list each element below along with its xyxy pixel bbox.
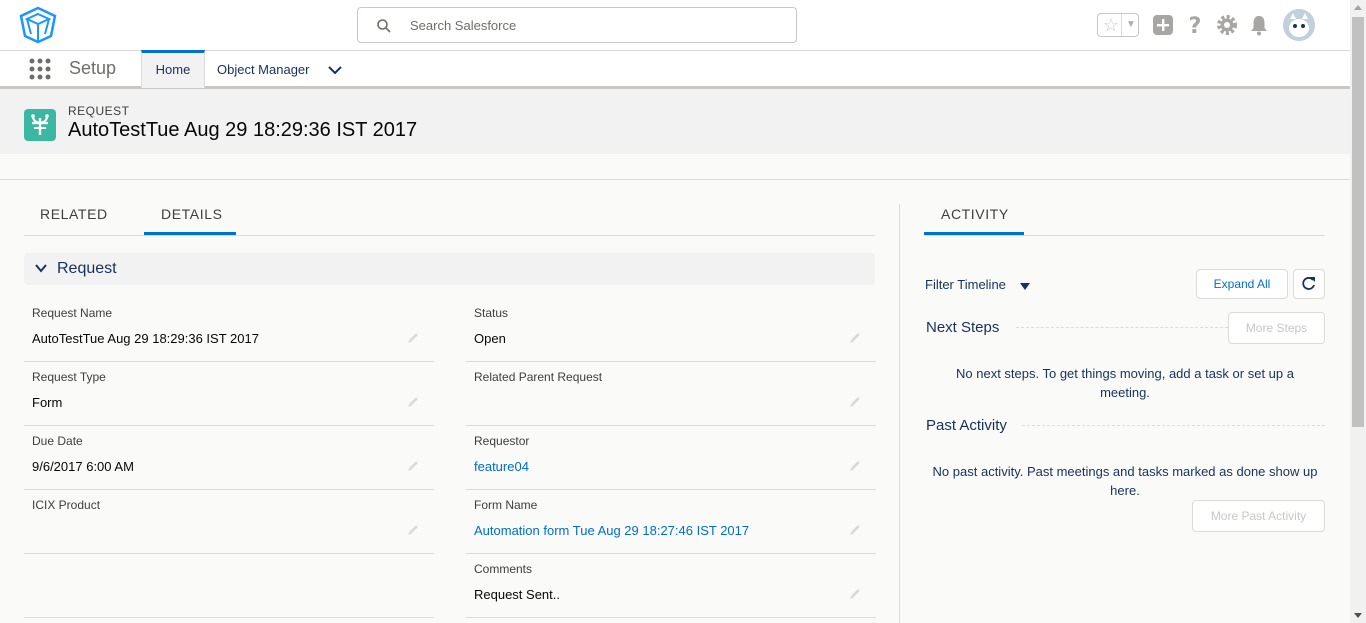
field-due-date: Due Date 9/6/2017 6:00 AM: [24, 426, 434, 490]
search-icon: [377, 19, 391, 33]
section-request-header[interactable]: Request: [24, 253, 875, 285]
field-label: ICIX Product: [32, 498, 101, 512]
field-label: Request Type: [32, 370, 106, 384]
activity-tabset: ACTIVITY: [924, 198, 1325, 236]
field-requestor: Requestor feature04: [466, 426, 876, 490]
request-record-icon: [24, 109, 56, 141]
field-empty: [24, 554, 434, 618]
edit-pencil-icon[interactable]: [406, 459, 420, 473]
edit-pencil-icon[interactable]: [406, 523, 420, 537]
help-icon[interactable]: ?: [1183, 13, 1207, 37]
field-label: Due Date: [32, 434, 83, 448]
scroll-down-arrow-icon[interactable]: [1350, 607, 1366, 623]
edit-pencil-icon[interactable]: [848, 523, 862, 537]
field-label: Request Name: [32, 306, 113, 320]
active-tab-indicator: [924, 232, 1024, 235]
field-status: Status Open: [466, 298, 876, 362]
context-nav: Setup Home Object Manager: [0, 50, 1350, 89]
filter-timeline-button[interactable]: Filter Timeline: [925, 277, 1006, 292]
field-request-type: Request Type Form: [24, 362, 434, 426]
active-tab-indicator: [144, 232, 236, 235]
scroll-thumb[interactable]: [1352, 17, 1364, 427]
favorites-button[interactable]: ☆ ▼: [1097, 13, 1139, 37]
record-object-type: REQUEST: [68, 104, 130, 118]
section-title: Request: [57, 260, 117, 277]
more-steps-button[interactable]: More Steps: [1228, 312, 1325, 344]
more-past-activity-button[interactable]: More Past Activity: [1192, 500, 1325, 532]
favorites-divider: [1121, 14, 1122, 36]
field-request-name: Request Name AutoTestTue Aug 29 18:29:36…: [24, 298, 434, 362]
edit-pencil-icon[interactable]: [848, 395, 862, 409]
search-placeholder: Search Salesforce: [410, 18, 517, 33]
app-name: Setup: [69, 58, 117, 78]
next-steps-divider: [1016, 327, 1228, 328]
requestor-link[interactable]: feature04: [474, 459, 529, 474]
header-divider: [0, 179, 1350, 180]
tab-home[interactable]: Home: [141, 50, 205, 88]
edit-pencil-icon[interactable]: [848, 331, 862, 345]
notifications-bell-icon[interactable]: [1247, 13, 1271, 37]
empty-message-line: here.: [1110, 483, 1140, 498]
field-value: Request Sent..: [474, 587, 560, 602]
refresh-icon[interactable]: [1294, 270, 1324, 298]
field-value: Form: [32, 395, 63, 410]
setup-gear-icon[interactable]: [1215, 13, 1239, 37]
field-label: Form Name: [474, 498, 538, 512]
next-steps-empty-message: No next steps. To get things moving, add…: [926, 364, 1324, 402]
next-steps-title: Next Steps: [926, 319, 1000, 336]
edit-pencil-icon[interactable]: [848, 459, 862, 473]
field-label: Related Parent Request: [474, 370, 603, 384]
avatar[interactable]: [1283, 9, 1315, 41]
field-label: Comments: [474, 562, 533, 576]
past-activity-divider: [1022, 425, 1325, 426]
tab-details[interactable]: DETAILS: [161, 206, 223, 222]
global-header: Search Salesforce ☆ ▼ ?: [0, 0, 1350, 50]
edit-pencil-icon[interactable]: [406, 331, 420, 345]
field-comments: Comments Request Sent..: [466, 554, 876, 618]
field-form-name: Form Name Automation form Tue Aug 29 18:…: [466, 490, 876, 554]
chevron-down-icon[interactable]: [34, 261, 48, 275]
form-name-link[interactable]: Automation form Tue Aug 29 18:27:46 IST …: [474, 523, 749, 538]
tab-object-manager[interactable]: Object Manager: [217, 62, 310, 77]
record-title: AutoTestTue Aug 29 18:29:36 IST 2017: [68, 119, 418, 141]
past-activity-empty-message: No past activity. Past meetings and task…: [924, 462, 1326, 500]
cube-logo-icon[interactable]: [18, 6, 58, 44]
empty-message-line: No past activity. Past meetings and task…: [932, 464, 1318, 479]
refresh-button[interactable]: [1293, 269, 1325, 299]
chevron-down-icon[interactable]: [327, 62, 343, 78]
field-related-parent-request: Related Parent Request: [466, 362, 876, 426]
tab-related[interactable]: RELATED: [40, 206, 108, 222]
caret-down-icon[interactable]: [1018, 280, 1032, 292]
svg-text:?: ?: [1189, 14, 1202, 37]
field-label: Requestor: [474, 434, 530, 448]
past-activity-title: Past Activity: [926, 417, 1007, 434]
column-divider: [899, 204, 900, 623]
global-search-input[interactable]: Search Salesforce: [357, 7, 797, 43]
field-value: 9/6/2017 6:00 AM: [32, 459, 134, 474]
favorites-dropdown-icon[interactable]: ▼: [1124, 15, 1138, 35]
empty-message-line: No next steps. To get things moving, add…: [956, 366, 1294, 381]
field-value: AutoTestTue Aug 29 18:29:36 IST 2017: [32, 331, 259, 346]
record-header: REQUEST AutoTestTue Aug 29 18:29:36 IST …: [0, 89, 1350, 154]
page-scrollbar[interactable]: [1350, 0, 1366, 623]
expand-all-button[interactable]: Expand All: [1196, 269, 1288, 299]
field-value: Open: [474, 331, 506, 346]
star-icon[interactable]: ☆: [1101, 15, 1121, 35]
edit-pencil-icon[interactable]: [406, 395, 420, 409]
edit-pencil-icon[interactable]: [848, 587, 862, 601]
scroll-up-arrow-icon[interactable]: [1350, 0, 1366, 16]
app-launcher-icon[interactable]: [29, 58, 51, 80]
field-icix-product: ICIX Product: [24, 490, 434, 554]
add-icon[interactable]: [1151, 13, 1175, 37]
tab-activity[interactable]: ACTIVITY: [941, 206, 1009, 222]
details-tabset: RELATED DETAILS: [24, 198, 875, 236]
field-label: Status: [474, 306, 509, 320]
empty-message-line: meeting.: [1100, 385, 1150, 400]
